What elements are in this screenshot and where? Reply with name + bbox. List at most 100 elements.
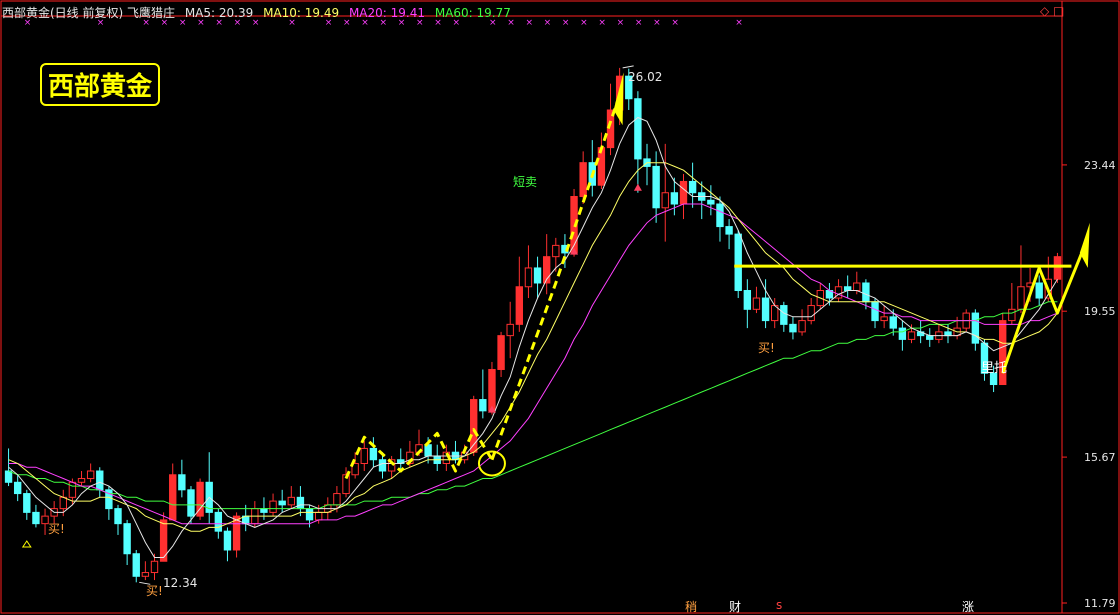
candle-body: [68, 481, 77, 498]
candle-body: [13, 481, 22, 495]
candle-body: [314, 511, 323, 521]
signal-cross-mark: ×: [735, 18, 743, 28]
candle-body: [807, 305, 815, 322]
ma60-legend: MA60: 19.77: [434, 6, 511, 20]
candle-body: [926, 335, 934, 340]
low-price-label: 12.34: [163, 576, 198, 590]
candle-body: [533, 267, 542, 284]
candle-body: [743, 290, 752, 310]
candle-body: [333, 493, 341, 506]
candle-body: [853, 282, 861, 292]
signal-cross-mark: ×: [525, 18, 533, 28]
candle-body: [898, 327, 907, 340]
candle-body: [488, 368, 496, 412]
uptrend-dashed-arrow: [490, 94, 622, 461]
candle-body: [169, 474, 177, 521]
candle-body: [971, 312, 980, 344]
candle-body: [944, 331, 952, 337]
candle-body: [652, 165, 660, 209]
candle-body: [524, 267, 533, 288]
candle-body: [23, 493, 31, 513]
candle-body: [32, 511, 40, 525]
bottom-mark-4: 涨: [962, 600, 975, 614]
rebound-arrowhead: [1079, 222, 1090, 268]
candle-body: [269, 500, 277, 513]
signal-cross-mark: ×: [598, 18, 606, 28]
candle-body: [96, 470, 104, 491]
candle-body: [789, 323, 797, 333]
candle-body: [187, 489, 195, 517]
square-icon[interactable]: □: [1053, 4, 1064, 18]
candle-body: [862, 282, 870, 303]
y-tick-label: 11.79: [1084, 597, 1116, 610]
candle-body: [305, 508, 314, 521]
candle-body: [360, 447, 368, 464]
candle-body: [552, 244, 560, 258]
candle-body: [59, 496, 67, 510]
buy-signal-2: 买!: [146, 584, 163, 598]
short-sell-label: 短卖: [513, 175, 538, 189]
signal-cross-mark: ×: [580, 18, 588, 28]
candle-body: [114, 508, 122, 525]
candle-body: [716, 203, 724, 228]
candle-body: [497, 335, 505, 370]
diamond-icon[interactable]: ◇: [1040, 4, 1049, 18]
signal-cross-mark: ×: [562, 18, 570, 28]
candle-body: [86, 470, 95, 480]
red-up-arrow: [633, 183, 642, 191]
candle-body: [378, 459, 387, 472]
candle-body: [634, 98, 642, 160]
y-tick-label: 19.55: [1084, 305, 1116, 318]
bottom-mark-1: 稍: [685, 600, 698, 614]
candle-body: [260, 508, 268, 513]
candle-body: [761, 297, 770, 322]
candle-body: [4, 470, 13, 483]
buy-signal-3: 买!: [758, 341, 775, 355]
candle-body: [223, 530, 232, 551]
stock-name-title: 西部黄金: [40, 63, 161, 106]
candle-body: [734, 233, 742, 292]
candle-body: [880, 316, 888, 322]
bottom-mark-2: 财: [729, 600, 742, 614]
buy-signal-1: 买!: [48, 522, 65, 536]
candle-body: [369, 447, 378, 461]
candlestick-chart[interactable]: 11.7915.6719.5523.44× × × × × × × × × × × × × × × × × × × ×…: [0, 0, 1120, 614]
candle-body: [214, 511, 223, 532]
candle-body: [1008, 308, 1016, 322]
candle-body: [178, 474, 186, 491]
candle-body: [1035, 282, 1043, 299]
chart-header: 西部黄金(日线 前复权) 飞鹰猎庄 MA5: 20.39 MA10: 19.49…: [2, 4, 517, 21]
candle-body: [141, 572, 150, 577]
candle-body: [780, 305, 788, 325]
candle-body: [296, 496, 305, 510]
ma20-legend: MA20: 19.41: [348, 6, 425, 20]
candle-body: [871, 301, 879, 322]
candle-body: [661, 192, 669, 209]
candle-body: [77, 478, 86, 483]
candle-body: [798, 320, 806, 333]
signal-cross-mark: ×: [671, 18, 679, 28]
candle-body: [1017, 286, 1025, 310]
peak-marker: [622, 65, 634, 69]
peak-price-label: 26.02: [628, 70, 663, 84]
candle-body: [707, 199, 715, 205]
candle-body: [679, 180, 688, 205]
signal-triangle: [21, 540, 32, 548]
signal-cross-mark: ×: [635, 18, 643, 28]
chart-window: 11.79 15.67 19.55 23.44 × × × × × × × × × × × × × × × × × × × ×…: [0, 0, 1120, 614]
signal-cross-mark: ×: [653, 18, 661, 28]
candle-body: [670, 192, 679, 205]
candle-body: [579, 162, 587, 197]
candle-body: [1053, 256, 1062, 280]
candle-body: [843, 286, 852, 292]
candle-body: [287, 496, 295, 506]
candle-body: [132, 553, 140, 577]
signal-cross-mark: ×: [617, 18, 625, 28]
candle-body: [123, 523, 131, 555]
y-tick-label: 23.44: [1084, 159, 1116, 172]
candle-body: [752, 297, 761, 310]
instrument-label: 西部黄金(日线 前复权) 飞鹰猎庄: [2, 6, 175, 20]
candle-body: [515, 286, 524, 325]
y-tick-label: 15.67: [1084, 451, 1116, 464]
signal-cross-mark: ×: [544, 18, 552, 28]
